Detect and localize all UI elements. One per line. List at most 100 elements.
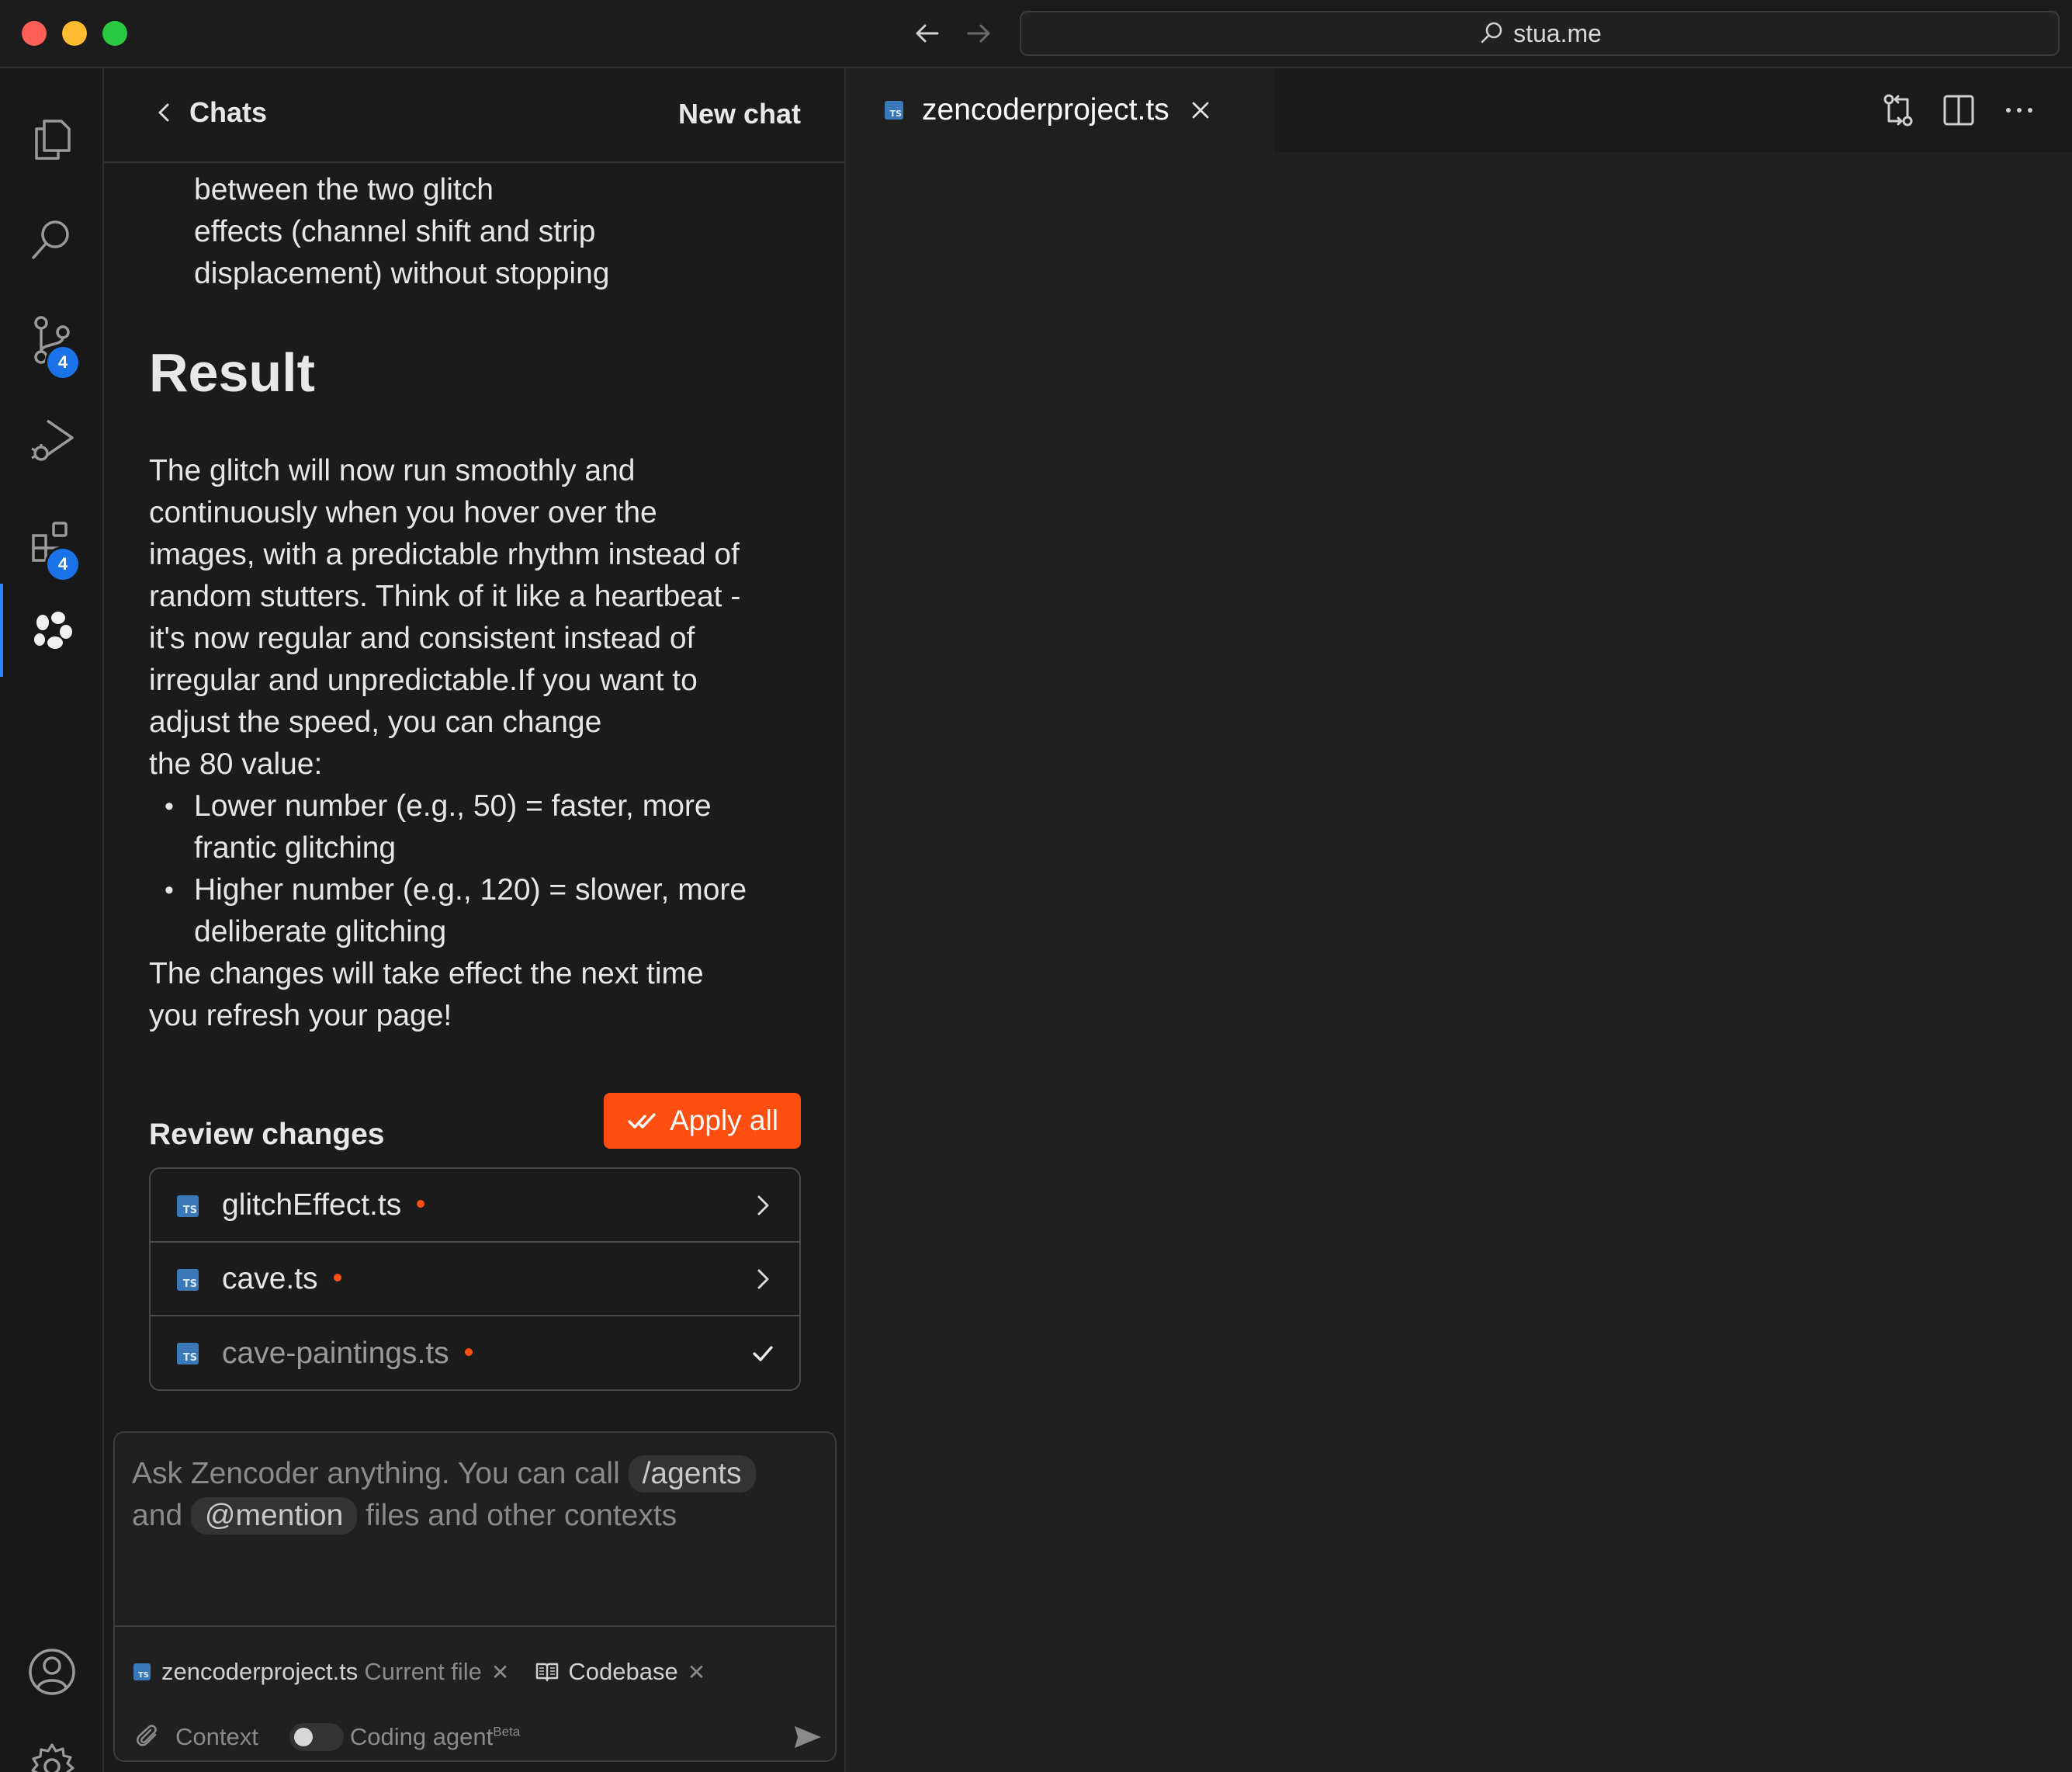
split-editor-icon[interactable] xyxy=(1939,90,1979,130)
review-changes-title: Review changes xyxy=(149,1118,385,1151)
chat-input-placeholder[interactable]: Ask Zencoder anything. You can call /age… xyxy=(132,1453,823,1537)
codebase-chip[interactable]: Codebase xyxy=(568,1658,677,1686)
compare-changes-icon[interactable] xyxy=(1878,90,1918,130)
search-icon xyxy=(32,220,69,259)
message-line: images, with a predictable rhythm instea… xyxy=(149,538,740,571)
activity-search[interactable] xyxy=(0,192,104,286)
activity-run-debug[interactable] xyxy=(0,394,104,487)
paperclip-icon[interactable] xyxy=(133,1722,163,1752)
back-to-chats-button[interactable]: Chats xyxy=(151,96,267,129)
file-name-text: cave-paintings.ts xyxy=(222,1336,449,1370)
message-partial-list: between the two glitch effects (channel … xyxy=(194,169,815,295)
ts-file-icon: TS xyxy=(885,101,903,120)
context-button[interactable]: Context xyxy=(175,1723,258,1751)
message-line: adjust the speed, you can change xyxy=(149,706,602,739)
modified-dot-icon xyxy=(417,1200,425,1208)
result-heading: Result xyxy=(149,342,315,403)
forward-arrow-icon[interactable] xyxy=(959,14,998,53)
list-item: Higher number (e.g., 120) = slower, more… xyxy=(149,869,816,953)
apply-all-button[interactable]: Apply all xyxy=(604,1093,801,1149)
message-line: the 80 value: xyxy=(149,747,323,781)
back-label: Chats xyxy=(189,96,268,128)
mention-pill: @mention xyxy=(190,1497,358,1534)
coding-agent-label: Coding agentBeta xyxy=(350,1723,520,1751)
list-item: Lower number (e.g., 50) = faster, more f… xyxy=(149,785,816,869)
bullet-line: frantic glitching xyxy=(194,831,397,865)
activity-explorer[interactable] xyxy=(0,92,104,185)
apply-all-label: Apply all xyxy=(670,1104,778,1136)
back-arrow-icon[interactable] xyxy=(908,14,947,53)
placeholder-text: Ask Zencoder anything. You can call xyxy=(132,1457,620,1490)
ts-file-icon: TS xyxy=(177,1195,199,1217)
changed-file-row[interactable]: TS cave.ts xyxy=(151,1243,799,1316)
changed-file-name: cave.ts xyxy=(222,1262,341,1296)
modified-dot-icon xyxy=(333,1274,341,1282)
ts-file-icon: TS xyxy=(133,1663,151,1680)
context-chips: TS zencoderproject.ts Current file ✕ Cod… xyxy=(133,1658,705,1686)
coding-agent-text: Coding agent xyxy=(349,1723,494,1750)
changed-file-name: cave-paintings.ts xyxy=(222,1337,473,1371)
message-line: it's now regular and consistent instead … xyxy=(149,622,695,655)
activity-settings[interactable] xyxy=(0,1720,104,1772)
minimize-window-button[interactable] xyxy=(62,21,87,46)
changed-file-row[interactable]: TS glitchEffect.ts xyxy=(151,1169,799,1243)
message-line: effects (channel shift and strip xyxy=(194,215,596,248)
bullet-line: deliberate glitching xyxy=(194,915,447,948)
editor-tab-strip: TS zencoderproject.ts xyxy=(846,68,2072,152)
message-line: irregular and unpredictable.If you want … xyxy=(149,664,698,697)
message-line: displacement) without stopping xyxy=(194,257,610,290)
message-line: The glitch will now run smoothly and xyxy=(149,454,636,487)
input-divider xyxy=(115,1625,835,1627)
modified-dot-icon xyxy=(464,1348,473,1357)
message-paragraph: The glitch will now run smoothly and con… xyxy=(149,450,816,1037)
more-actions-icon[interactable] xyxy=(1999,90,2039,130)
app-window: stua.me 4 4 Chats New chat between the t… xyxy=(0,0,2072,1772)
chevron-left-icon xyxy=(158,103,169,122)
placeholder-text: and xyxy=(132,1499,183,1532)
file-name-text: glitchEffect.ts xyxy=(222,1188,402,1222)
address-bar[interactable]: stua.me xyxy=(1020,11,2060,56)
editor-tab[interactable]: TS zencoderproject.ts xyxy=(846,68,1274,152)
chat-panel: Chats New chat between the two glitch ef… xyxy=(104,68,846,1772)
activity-account[interactable] xyxy=(0,1625,104,1718)
input-toolbar: Context Coding agentBeta xyxy=(133,1720,824,1754)
new-chat-button[interactable]: New chat xyxy=(678,98,801,130)
chat-input-box[interactable]: Ask Zencoder anything. You can call /age… xyxy=(113,1431,837,1762)
chevron-right-icon[interactable] xyxy=(747,1189,779,1222)
check-icon xyxy=(747,1337,779,1369)
changed-files-list: TS glitchEffect.ts TS cave.ts TS cave-pa… xyxy=(149,1167,801,1391)
message-bullet-list: Lower number (e.g., 50) = faster, more f… xyxy=(149,785,816,953)
zoom-window-button[interactable] xyxy=(102,21,127,46)
bullet-line: Lower number (e.g., 50) = faster, more xyxy=(194,789,712,823)
activity-bar: 4 4 xyxy=(0,68,104,1772)
activity-extensions[interactable]: 4 xyxy=(0,495,104,588)
extensions-badge: 4 xyxy=(45,546,81,582)
tab-label: zencoderproject.ts xyxy=(922,93,1169,127)
chevron-right-icon[interactable] xyxy=(747,1263,779,1295)
source-control-badge: 4 xyxy=(45,345,81,380)
ts-file-icon: TS xyxy=(177,1343,199,1365)
files-icon xyxy=(35,120,71,160)
gear-icon xyxy=(31,1743,74,1772)
account-icon xyxy=(29,1649,75,1695)
codebase-book-icon xyxy=(536,1663,559,1682)
close-window-button[interactable] xyxy=(22,21,47,46)
message-line: The changes will take effect the next ti… xyxy=(149,957,704,990)
message-line: between the two glitch xyxy=(194,173,494,206)
search-icon xyxy=(1481,22,1502,43)
activity-source-control[interactable]: 4 xyxy=(0,293,104,387)
agents-pill: /agents xyxy=(628,1455,756,1493)
send-icon[interactable] xyxy=(790,1720,824,1754)
activity-zencoder[interactable] xyxy=(0,584,104,677)
close-icon[interactable] xyxy=(1187,96,1214,124)
address-text: stua.me xyxy=(1513,19,1602,47)
remove-codebase-icon[interactable]: ✕ xyxy=(688,1659,705,1685)
title-bar: stua.me xyxy=(0,0,2072,68)
remove-context-file-icon[interactable]: ✕ xyxy=(491,1659,509,1685)
changed-file-row[interactable]: TS cave-paintings.ts xyxy=(151,1316,799,1389)
context-file-chip[interactable]: zencoderproject.ts xyxy=(161,1658,358,1686)
coding-agent-toggle[interactable] xyxy=(289,1723,344,1751)
message-line: continuously when you hover over the xyxy=(149,496,657,529)
zencoder-logo-icon xyxy=(34,612,72,649)
chat-header: Chats New chat xyxy=(104,68,844,163)
